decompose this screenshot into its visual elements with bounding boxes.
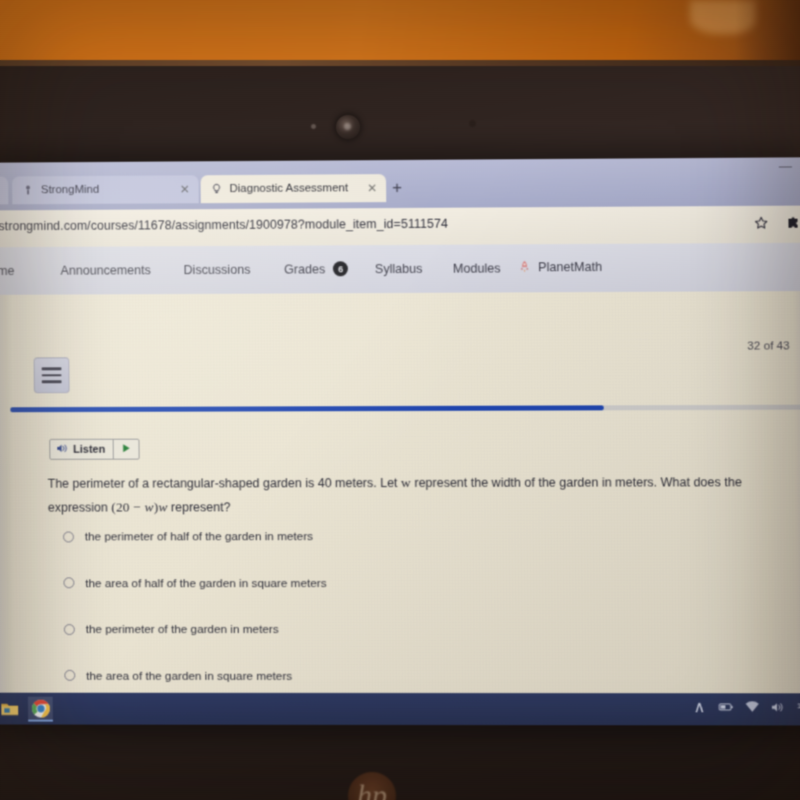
course-navigation: Home Announcements Discussions Grades 6 …	[0, 242, 800, 295]
question-part-1: The perimeter of a rectangular-shaped ga…	[47, 475, 402, 491]
tab-label: StrongMind	[40, 183, 100, 197]
answer-choice-label: the perimeter of half of the garden in m…	[84, 529, 314, 544]
answer-choice-label: the area of the garden in square meters	[86, 668, 293, 683]
wifi-icon[interactable]	[744, 699, 759, 714]
progress-bar	[10, 405, 604, 413]
page-right-rail	[793, 291, 800, 726]
nav-item-label: PlanetMath	[538, 259, 603, 274]
url-text: ahs.strongmind.com/courses/11678/assignm…	[0, 216, 449, 234]
browser-tab-diagnostic-assessment[interactable]: Diagnostic Assessment ✕	[200, 174, 387, 204]
assessment-page: 32 of 43 Listen The perimeter of a recta…	[0, 291, 800, 726]
rocket-icon	[517, 259, 532, 274]
question-text: The perimeter of a rectangular-shaped ga…	[48, 470, 758, 519]
expression-open: (20 −	[111, 499, 145, 515]
nav-item-planetmath[interactable]: PlanetMath	[517, 259, 602, 274]
answer-choice[interactable]: the perimeter of the garden in meters	[63, 616, 664, 642]
radio-button[interactable]	[63, 623, 75, 635]
tab-close-icon[interactable]: ✕	[180, 182, 190, 196]
hamburger-line	[41, 373, 62, 377]
extensions-puzzle-icon[interactable]	[785, 214, 800, 231]
tab-label: Diagnostic Assessment	[229, 182, 349, 196]
question-variable-w: w	[400, 474, 412, 490]
answer-choice[interactable]: the perimeter of half of the garden in m…	[62, 523, 663, 550]
answer-choice[interactable]: the area of the garden in square meters	[64, 662, 664, 688]
laptop-screen: — ✕ StrongMind ✕	[0, 157, 800, 726]
nav-item-syllabus[interactable]: Syllabus	[375, 262, 423, 276]
play-triangle-icon	[121, 440, 132, 458]
listen-label: Listen	[73, 443, 106, 456]
nav-item-grades[interactable]: Grades 6	[283, 261, 349, 277]
answer-choice-label: the area of half of the garden in square…	[85, 575, 327, 590]
nav-item-home[interactable]: Home	[0, 264, 15, 278]
menu-hamburger-icon[interactable]	[33, 357, 70, 394]
radio-button[interactable]	[62, 530, 74, 542]
chrome-icon[interactable]	[27, 696, 53, 722]
windows-taskbar: ∧ 11	[0, 692, 800, 726]
answer-choice[interactable]: the area of half of the garden in square…	[63, 569, 663, 595]
page-left-rail	[0, 294, 16, 725]
webcam-led-right-icon	[469, 120, 476, 127]
tab-strip: ✕ StrongMind ✕	[0, 165, 800, 205]
question-part-3: represent?	[167, 500, 231, 515]
expression-variable-trailing: w	[158, 499, 168, 515]
answer-choice-label: the perimeter of the garden in meters	[85, 622, 279, 637]
webcam-led-left-icon	[311, 124, 316, 129]
speaker-icon	[56, 442, 68, 456]
battery-icon[interactable]	[718, 699, 733, 714]
nav-item-label: Grades	[283, 261, 326, 277]
volume-icon[interactable]	[771, 699, 786, 714]
listen-toolbar: Listen	[49, 438, 141, 460]
nav-item-discussions[interactable]: Discussions	[183, 263, 250, 277]
hamburger-line	[41, 367, 62, 371]
system-tray: ∧ 11	[692, 699, 800, 716]
browser-tab-partial[interactable]: ✕	[0, 176, 9, 205]
nav-item-announcements[interactable]: Announcements	[60, 263, 150, 277]
bookmark-star-icon[interactable]	[752, 214, 769, 231]
radio-button[interactable]	[64, 669, 76, 681]
webcam-icon	[336, 115, 360, 139]
lightbulb-icon	[210, 183, 223, 196]
laptop-lid-edge	[0, 60, 800, 66]
math-expression: (20 − w)w	[111, 499, 167, 514]
file-explorer-icon[interactable]	[0, 697, 22, 722]
hamburger-line	[41, 380, 62, 384]
answer-choices: the perimeter of half of the garden in m…	[62, 523, 664, 710]
radio-button[interactable]	[63, 577, 75, 589]
grades-badge: 6	[333, 261, 349, 277]
photo-scene: hp — ✕ StrongMind ✕	[0, 0, 800, 800]
taskbar-apps	[0, 696, 53, 722]
browser-tab-strongmind[interactable]: StrongMind ✕	[12, 175, 199, 205]
strongmind-icon	[21, 184, 34, 197]
new-tab-button[interactable]: +	[392, 178, 402, 198]
tray-chevron-up-icon[interactable]: ∧	[692, 699, 707, 716]
browser-tab-bar: — ✕ StrongMind ✕	[0, 157, 800, 211]
tab-close-icon[interactable]: ✕	[367, 181, 377, 195]
listen-button[interactable]: Listen	[50, 440, 113, 459]
expression-variable: w	[144, 499, 154, 515]
browser-toolbar-icons	[752, 214, 800, 231]
nav-item-modules[interactable]: Modules	[453, 261, 501, 275]
question-counter: 32 of 43	[747, 339, 790, 353]
listen-play-button[interactable]	[113, 439, 140, 459]
browser-address-bar[interactable]: ahs.strongmind.com/courses/11678/assignm…	[0, 205, 800, 248]
